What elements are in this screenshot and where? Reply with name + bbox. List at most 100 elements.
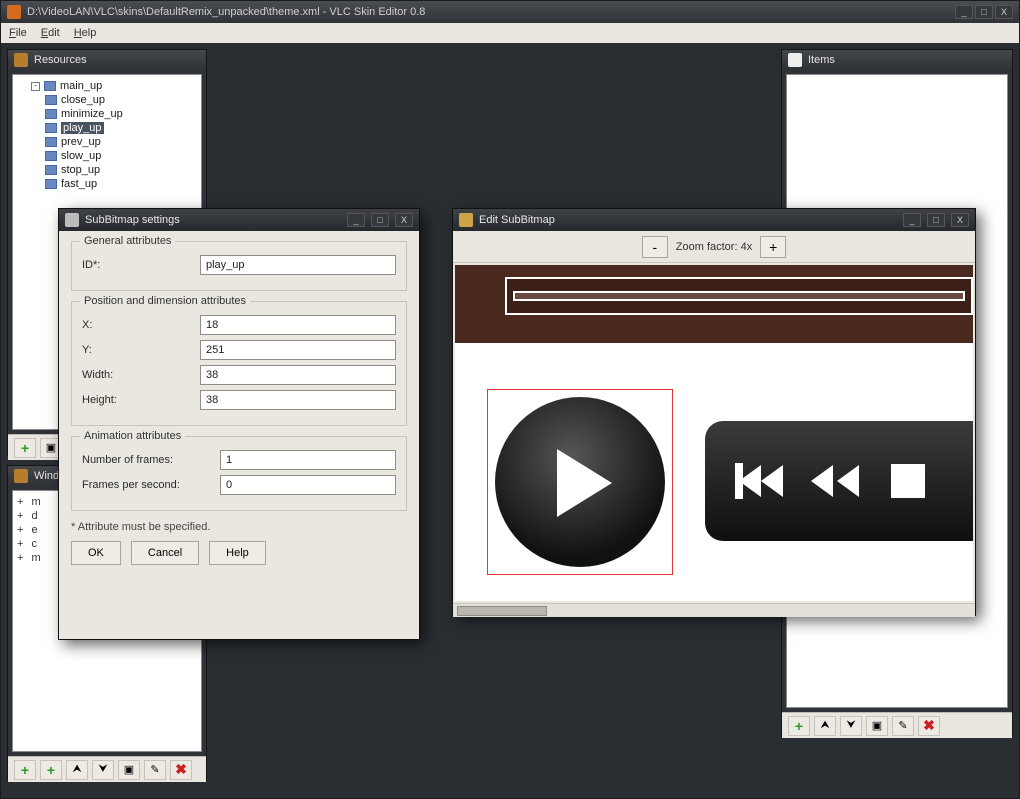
app-icon [7, 5, 21, 19]
menu-help[interactable]: HHelpelp [74, 27, 97, 39]
minimize-button[interactable]: _ [347, 213, 365, 227]
titlebar[interactable]: D:\VideoLAN\VLC\skins\DefaultRemix_unpac… [1, 1, 1019, 23]
collapse-icon[interactable]: - [31, 82, 40, 91]
stop-icon [891, 464, 925, 498]
scrollbar-thumb[interactable] [457, 606, 547, 616]
width-field[interactable] [200, 365, 396, 385]
dialog-icon [65, 213, 79, 227]
minimize-button[interactable]: _ [903, 213, 921, 227]
play-icon [495, 397, 665, 567]
nframes-label: Number of frames: [82, 454, 212, 466]
delete-button[interactable]: ✖ [918, 716, 940, 736]
y-field[interactable] [200, 340, 396, 360]
height-field[interactable] [200, 390, 396, 410]
ok-button[interactable]: OK [71, 541, 121, 565]
bitmap-canvas[interactable] [455, 265, 973, 601]
folder-icon [14, 53, 28, 67]
group-legend: Animation attributes [80, 430, 185, 442]
tree-item[interactable]: close_up [45, 93, 197, 107]
id-label: ID*: [82, 259, 192, 271]
subbitmap-settings-title: SubBitmap settings [85, 214, 180, 226]
tree-item[interactable]: fast_up [45, 177, 197, 191]
y-label: Y: [82, 344, 192, 356]
movedown-button[interactable]: ⮟ [840, 716, 862, 736]
resources-header[interactable]: Resources [8, 50, 206, 70]
id-field[interactable] [200, 255, 396, 275]
maximize-button[interactable]: □ [975, 5, 993, 19]
edit-button[interactable]: ✎ [892, 716, 914, 736]
menubar: FFileile EEditdit HHelpelp [1, 23, 1019, 43]
skip-back-icon [735, 463, 783, 499]
close-button[interactable]: X [951, 213, 969, 227]
edit-subbitmap-title: Edit SubBitmap [479, 214, 555, 226]
maximize-button[interactable]: □ [371, 213, 389, 227]
animation-attributes-group: Animation attributes Number of frames: F… [71, 436, 407, 511]
add-button[interactable]: + [14, 760, 36, 780]
help-button[interactable]: Help [209, 541, 266, 565]
bitmap-icon [45, 151, 57, 161]
items-toolbar: + ⮝ ⮟ ▣ ✎ ✖ [782, 712, 1012, 738]
x-label: X: [82, 319, 192, 331]
tree-item[interactable]: stop_up [45, 163, 197, 177]
cancel-button[interactable]: Cancel [131, 541, 199, 565]
edit-subbitmap-titlebar[interactable]: Edit SubBitmap _ □ X [453, 209, 975, 231]
bitmap-icon [44, 81, 56, 91]
fps-field[interactable] [220, 475, 396, 495]
group-legend: General attributes [80, 235, 175, 247]
maximize-button[interactable]: □ [927, 213, 945, 227]
x-field[interactable] [200, 315, 396, 335]
subbitmap-settings-dialog: SubBitmap settings _ □ X General attribu… [58, 208, 420, 640]
windows-toolbar: + + ⮝ ⮟ ▣ ✎ ✖ [8, 756, 206, 782]
add2-button[interactable]: + [40, 760, 62, 780]
general-attributes-group: General attributes ID*: [71, 241, 407, 291]
moveup-button[interactable]: ⮝ [814, 716, 836, 736]
items-header[interactable]: Items [782, 50, 1012, 70]
zoom-out-button[interactable]: - [642, 236, 668, 258]
tree-item-selected[interactable]: play_up [45, 121, 197, 135]
items-title: Items [808, 54, 835, 66]
zoom-in-button[interactable]: + [760, 236, 786, 258]
copy-button[interactable]: ▣ [118, 760, 140, 780]
fps-label: Frames per second: [82, 479, 212, 491]
height-label: Height: [82, 394, 192, 406]
close-button[interactable]: X [995, 5, 1013, 19]
horizontal-scrollbar[interactable] [453, 603, 975, 617]
skin-controlbar [705, 421, 973, 541]
nframes-field[interactable] [220, 450, 396, 470]
subbitmap-settings-titlebar[interactable]: SubBitmap settings _ □ X [59, 209, 419, 231]
tree-item[interactable]: minimize_up [45, 107, 197, 121]
position-dimension-group: Position and dimension attributes X: Y: … [71, 301, 407, 426]
skin-topbar [455, 265, 973, 343]
skin-slider [505, 277, 973, 315]
movedown-button[interactable]: ⮟ [92, 760, 114, 780]
window-icon [459, 213, 473, 227]
app-title: D:\VideoLAN\VLC\skins\DefaultRemix_unpac… [27, 6, 949, 18]
width-label: Width: [82, 369, 192, 381]
resources-title: Resources [34, 54, 87, 66]
group-legend: Position and dimension attributes [80, 295, 250, 307]
menu-file[interactable]: FFileile [9, 27, 27, 39]
edit-button[interactable]: ✎ [144, 760, 166, 780]
zoom-toolbar: - Zoom factor: 4x + [453, 231, 975, 263]
zoom-label: Zoom factor: 4x [676, 241, 752, 253]
menu-edit[interactable]: EEditdit [41, 27, 60, 39]
tree-item[interactable]: slow_up [45, 149, 197, 163]
bitmap-icon [45, 179, 57, 189]
minimize-button[interactable]: _ [955, 5, 973, 19]
bitmap-icon [45, 165, 57, 175]
rewind-icon [811, 465, 863, 497]
delete-button[interactable]: ✖ [170, 760, 192, 780]
bitmap-icon [45, 95, 57, 105]
items-icon [788, 53, 802, 67]
bitmap-icon [45, 137, 57, 147]
bitmap-icon [45, 123, 57, 133]
required-note: * Attribute must be specified. [71, 521, 407, 533]
close-button[interactable]: X [395, 213, 413, 227]
tree-item[interactable]: prev_up [45, 135, 197, 149]
tree-item[interactable]: - main_up [31, 79, 197, 93]
moveup-button[interactable]: ⮝ [66, 760, 88, 780]
copy-button[interactable]: ▣ [866, 716, 888, 736]
add-button[interactable]: + [14, 438, 36, 458]
window-icon [14, 469, 28, 483]
add-button[interactable]: + [788, 716, 810, 736]
